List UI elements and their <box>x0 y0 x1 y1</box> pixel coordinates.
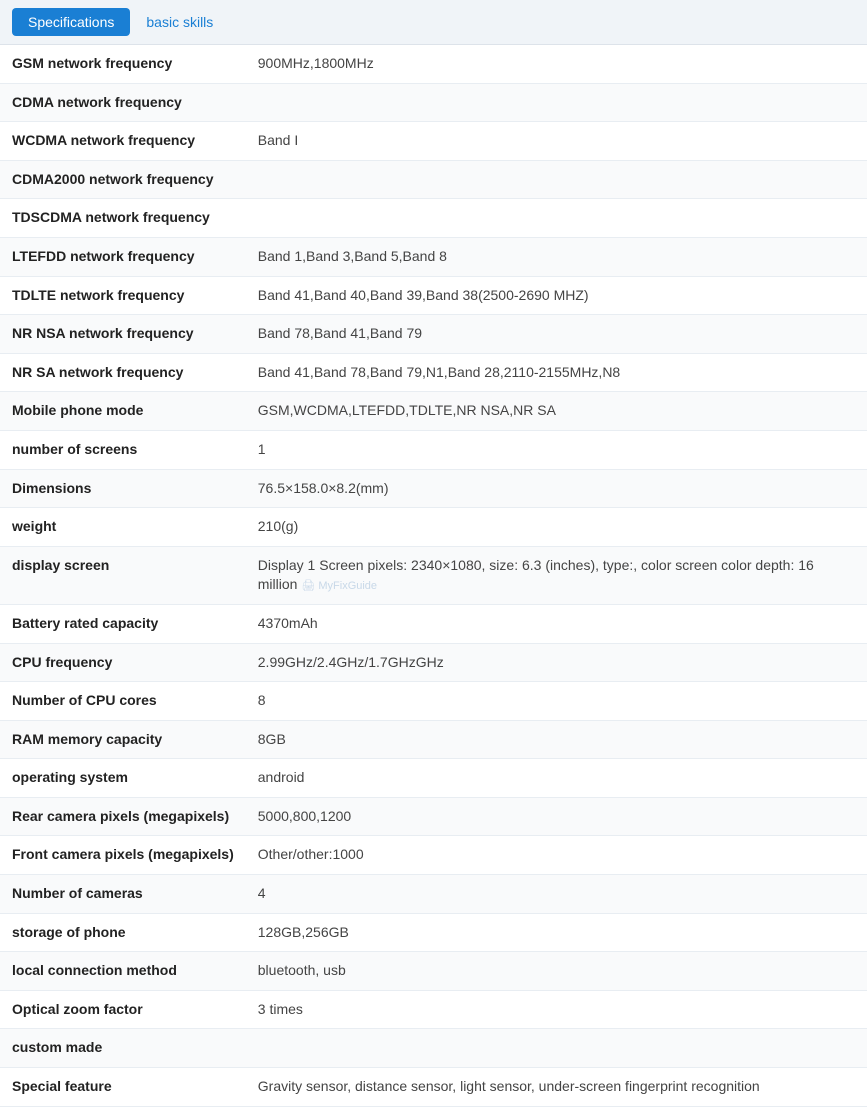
spec-label: LTEFDD network frequency <box>0 237 246 276</box>
spec-value: Other/other:1000 <box>246 836 867 875</box>
tab-basic-skills[interactable]: basic skills <box>138 8 221 36</box>
spec-value <box>246 1029 867 1068</box>
spec-value: 900MHz,1800MHz <box>246 45 867 83</box>
spec-label: operating system <box>0 759 246 798</box>
table-row: local connection methodbluetooth, usb <box>0 952 867 991</box>
table-row: operating systemandroid <box>0 759 867 798</box>
spec-label: Number of cameras <box>0 875 246 914</box>
spec-label: RAM memory capacity <box>0 720 246 759</box>
table-row: Front camera pixels (megapixels)Other/ot… <box>0 836 867 875</box>
spec-value: 4 <box>246 875 867 914</box>
spec-value: 210(g) <box>246 508 867 547</box>
spec-label: Battery rated capacity <box>0 604 246 643</box>
table-row: NR NSA network frequencyBand 78,Band 41,… <box>0 315 867 354</box>
spec-label: GSM network frequency <box>0 45 246 83</box>
table-row: CPU frequency2.99GHz/2.4GHz/1.7GHzGHz <box>0 643 867 682</box>
table-row: number of screens1 <box>0 430 867 469</box>
spec-value: Display 1 Screen pixels: 2340×1080, size… <box>246 546 867 604</box>
table-row: TDSCDMA network frequency <box>0 199 867 238</box>
table-row: RAM memory capacity8GB <box>0 720 867 759</box>
tab-specifications[interactable]: Specifications <box>12 8 130 36</box>
table-row: display screenDisplay 1 Screen pixels: 2… <box>0 546 867 604</box>
spec-value: Band 1,Band 3,Band 5,Band 8 <box>246 237 867 276</box>
spec-label: Rear camera pixels (megapixels) <box>0 797 246 836</box>
spec-label: NR NSA network frequency <box>0 315 246 354</box>
spec-label: TDLTE network frequency <box>0 276 246 315</box>
spec-value: bluetooth, usb <box>246 952 867 991</box>
spec-value <box>246 160 867 199</box>
spec-value: 3 times <box>246 990 867 1029</box>
spec-label: Mobile phone mode <box>0 392 246 431</box>
spec-label: local connection method <box>0 952 246 991</box>
spec-value: 2.99GHz/2.4GHz/1.7GHzGHz <box>246 643 867 682</box>
spec-label: TDSCDMA network frequency <box>0 199 246 238</box>
spec-label: custom made <box>0 1029 246 1068</box>
spec-value: 128GB,256GB <box>246 913 867 952</box>
spec-value <box>246 199 867 238</box>
table-row: LTEFDD network frequencyBand 1,Band 3,Ba… <box>0 237 867 276</box>
spec-value: Band I <box>246 122 867 161</box>
table-row: storage of phone128GB,256GB <box>0 913 867 952</box>
table-row: Optical zoom factor3 times <box>0 990 867 1029</box>
spec-value: 8GB <box>246 720 867 759</box>
table-row: Number of CPU cores8 <box>0 682 867 721</box>
table-row: weight210(g) <box>0 508 867 547</box>
table-row: TDLTE network frequencyBand 41,Band 40,B… <box>0 276 867 315</box>
spec-label: number of screens <box>0 430 246 469</box>
spec-label: CDMA2000 network frequency <box>0 160 246 199</box>
table-row: Dimensions76.5×158.0×8.2(mm) <box>0 469 867 508</box>
table-row: Special featureGravity sensor, distance … <box>0 1068 867 1107</box>
spec-label: Special feature <box>0 1068 246 1107</box>
spec-label: Number of CPU cores <box>0 682 246 721</box>
spec-value: 8 <box>246 682 867 721</box>
spec-value: 76.5×158.0×8.2(mm) <box>246 469 867 508</box>
spec-value: Band 41,Band 78,Band 79,N1,Band 28,2110-… <box>246 353 867 392</box>
table-row: CDMA2000 network frequency <box>0 160 867 199</box>
spec-label: Front camera pixels (megapixels) <box>0 836 246 875</box>
table-row: Rear camera pixels (megapixels)5000,800,… <box>0 797 867 836</box>
table-row: WCDMA network frequencyBand I <box>0 122 867 161</box>
spec-label: weight <box>0 508 246 547</box>
spec-label: CDMA network frequency <box>0 83 246 122</box>
table-row: Battery rated capacity4370mAh <box>0 604 867 643</box>
watermark: 🖨 MyFixGuide <box>301 579 377 594</box>
spec-value: Band 78,Band 41,Band 79 <box>246 315 867 354</box>
spec-value: GSM,WCDMA,LTEFDD,TDLTE,NR NSA,NR SA <box>246 392 867 431</box>
table-row: Mobile phone modeGSM,WCDMA,LTEFDD,TDLTE,… <box>0 392 867 431</box>
spec-value: android <box>246 759 867 798</box>
spec-label: CPU frequency <box>0 643 246 682</box>
spec-value: 4370mAh <box>246 604 867 643</box>
spec-value <box>246 83 867 122</box>
spec-label: display screen <box>0 546 246 604</box>
spec-label: Optical zoom factor <box>0 990 246 1029</box>
spec-value: Gravity sensor, distance sensor, light s… <box>246 1068 867 1107</box>
table-row: custom made <box>0 1029 867 1068</box>
spec-label: storage of phone <box>0 913 246 952</box>
spec-label: Dimensions <box>0 469 246 508</box>
tab-bar: Specifications basic skills <box>0 0 867 45</box>
spec-value: 5000,800,1200 <box>246 797 867 836</box>
spec-label: NR SA network frequency <box>0 353 246 392</box>
spec-value: 1 <box>246 430 867 469</box>
table-row: CDMA network frequency <box>0 83 867 122</box>
table-row: Number of cameras4 <box>0 875 867 914</box>
specifications-table: GSM network frequency900MHz,1800MHzCDMA … <box>0 45 867 1107</box>
spec-label: WCDMA network frequency <box>0 122 246 161</box>
spec-value: Band 41,Band 40,Band 39,Band 38(2500-269… <box>246 276 867 315</box>
table-row: GSM network frequency900MHz,1800MHz <box>0 45 867 83</box>
table-row: NR SA network frequencyBand 41,Band 78,B… <box>0 353 867 392</box>
